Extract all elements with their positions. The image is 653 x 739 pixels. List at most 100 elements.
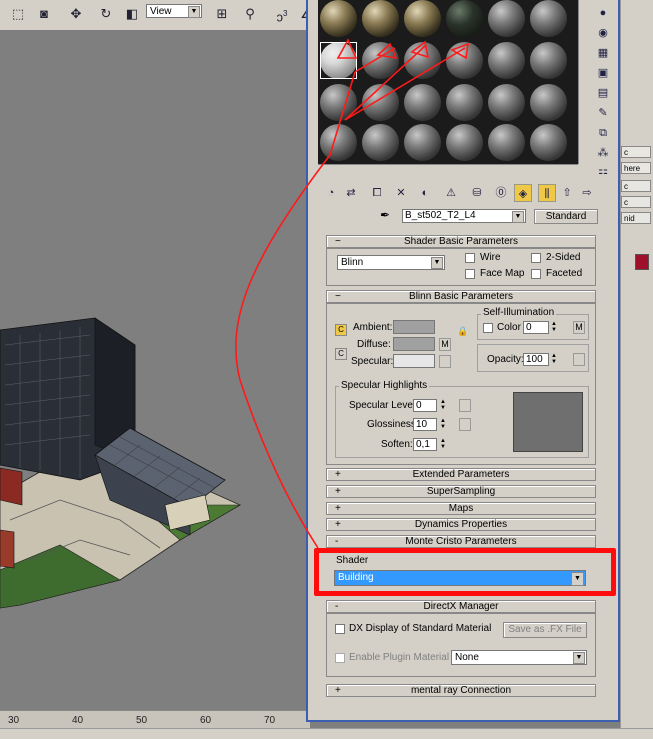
select-region-icon[interactable]: ⬚	[8, 4, 28, 24]
opacity-field[interactable]: 100	[523, 353, 549, 366]
maps-rollout[interactable]: + Maps	[326, 502, 596, 515]
command-button[interactable]: nid	[621, 212, 651, 224]
window-crossing-icon[interactable]: ◙	[34, 4, 54, 24]
chevron-down-icon[interactable]: ▼	[512, 211, 524, 223]
timeline-ruler[interactable]: 30 40 50 60 70	[0, 710, 310, 729]
directx-manager-rollout[interactable]: - DirectX Manager	[326, 600, 596, 613]
self-illum-map-button[interactable]: M	[573, 321, 585, 334]
move-icon[interactable]: ✥	[66, 4, 86, 24]
sample-slot[interactable]	[362, 42, 399, 79]
specular-level-map-button[interactable]	[459, 399, 471, 412]
ambient-color-swatch[interactable]	[393, 320, 435, 334]
monte-cristo-rollout[interactable]: - Monte Cristo Parameters	[326, 535, 596, 548]
material-name-field[interactable]: B_st502_T2_L4 ▼	[402, 209, 526, 223]
command-button[interactable]: c	[621, 180, 651, 192]
make-preview-icon[interactable]: ✎	[594, 104, 612, 122]
sample-slot[interactable]	[404, 0, 441, 37]
glossiness-map-button[interactable]	[459, 418, 471, 431]
soften-field[interactable]: 0,1	[413, 438, 437, 451]
mirror-icon[interactable]: ⚲	[240, 4, 260, 24]
specular-level-field[interactable]: 0	[413, 399, 437, 412]
faceted-checkbox[interactable]	[531, 269, 541, 279]
snap-icon[interactable]: ↄ3	[272, 4, 292, 24]
spinner-arrows-icon[interactable]: ▲ ▼	[439, 418, 447, 431]
material-navigator-icon[interactable]: ⚏	[594, 162, 612, 180]
blinn-basic-rollout[interactable]: − Blinn Basic Parameters	[326, 290, 596, 303]
command-button[interactable]: c	[621, 146, 651, 158]
self-illum-color-checkbox[interactable]	[483, 323, 493, 333]
supersampling-rollout[interactable]: + SuperSampling	[326, 485, 596, 498]
plugin-material-dropdown[interactable]: None ▼	[451, 650, 587, 665]
wire-checkbox[interactable]	[465, 253, 475, 263]
sample-slot[interactable]	[446, 84, 483, 121]
sample-slot[interactable]	[488, 84, 525, 121]
scale-icon[interactable]: ◧	[122, 4, 142, 24]
make-unique-icon[interactable]: ⚠	[442, 184, 460, 202]
opacity-map-button[interactable]	[573, 353, 585, 366]
backlight-icon[interactable]: ◉	[594, 24, 612, 42]
get-material-icon[interactable]: ◔	[322, 184, 340, 202]
sample-slot[interactable]	[530, 42, 567, 79]
show-end-result-icon[interactable]: ⫼	[538, 184, 556, 202]
dynamics-properties-rollout[interactable]: + Dynamics Properties	[326, 518, 596, 531]
select-by-material-icon[interactable]: ⁂	[594, 144, 612, 162]
sample-slot[interactable]	[446, 0, 483, 37]
command-button[interactable]: here	[621, 162, 651, 174]
dx-display-checkbox[interactable]	[335, 624, 345, 634]
specular-map-button[interactable]	[439, 355, 451, 368]
background-icon[interactable]: ▦	[594, 44, 612, 62]
sample-slots[interactable]	[318, 0, 578, 164]
enable-plugin-checkbox[interactable]	[335, 653, 345, 663]
lock-diffuse-specular-icon[interactable]: C	[335, 348, 347, 360]
lock-icon[interactable]: 🔒	[457, 326, 468, 338]
shader-type-dropdown[interactable]: Blinn ▼	[337, 255, 445, 270]
sample-slot[interactable]	[320, 84, 357, 121]
sample-type-icon[interactable]: ●	[594, 4, 612, 22]
specular-color-swatch[interactable]	[393, 354, 435, 368]
go-to-parent-icon[interactable]: ⇧	[558, 184, 576, 202]
sample-slot[interactable]	[320, 124, 357, 161]
sample-slot[interactable]	[320, 0, 357, 37]
object-color-swatch[interactable]	[635, 254, 649, 270]
reset-map-icon[interactable]: ✕	[392, 184, 410, 202]
sample-slot[interactable]	[488, 124, 525, 161]
sample-slot[interactable]	[362, 124, 399, 161]
sample-slot[interactable]	[446, 42, 483, 79]
self-illum-value-field[interactable]: 0	[523, 321, 549, 334]
pivot-icon[interactable]: ⊞	[212, 4, 232, 24]
sample-slot[interactable]	[404, 84, 441, 121]
uv-tiling-icon[interactable]: ▣	[594, 64, 612, 82]
diffuse-map-button[interactable]: M	[439, 338, 451, 351]
slots-vertical-scrollbar[interactable]	[578, 0, 590, 164]
video-color-check-icon[interactable]: ▤	[594, 84, 612, 102]
spinner-arrows-icon[interactable]: ▲ ▼	[439, 438, 447, 451]
rotate-icon[interactable]: ↻	[96, 4, 116, 24]
extended-parameters-rollout[interactable]: + Extended Parameters	[326, 468, 596, 481]
glossiness-field[interactable]: 10	[413, 418, 437, 431]
sample-slot[interactable]	[530, 0, 567, 37]
make-copy-icon[interactable]: ◐	[416, 184, 434, 202]
go-forward-sibling-icon[interactable]: ⇨	[578, 184, 596, 202]
perspective-viewport[interactable]	[0, 30, 306, 710]
spinner-arrows-icon[interactable]: ▲ ▼	[439, 399, 447, 412]
pick-material-icon[interactable]: ✒	[380, 208, 390, 222]
options-icon[interactable]: ⧉	[594, 124, 612, 142]
sample-slot[interactable]	[404, 42, 441, 79]
put-to-library-icon[interactable]: ⛁	[468, 184, 486, 202]
slots-horizontal-scrollbar[interactable]	[318, 164, 578, 175]
sample-slot[interactable]	[488, 0, 525, 37]
mental-ray-rollout[interactable]: + mental ray Connection	[326, 684, 596, 697]
sample-slot[interactable]	[530, 124, 567, 161]
show-map-in-viewport-icon[interactable]: ◈	[514, 184, 532, 202]
sample-slot[interactable]	[530, 84, 567, 121]
save-fx-button[interactable]: Save as .FX File	[503, 622, 587, 638]
face-map-checkbox[interactable]	[465, 269, 475, 279]
spinner-arrows-icon[interactable]: ▲ ▼	[550, 321, 558, 334]
sample-slot[interactable]	[446, 124, 483, 161]
shader-basic-rollout[interactable]: − Shader Basic Parameters	[326, 235, 596, 248]
material-effects-channel-icon[interactable]: ⓪	[492, 184, 510, 202]
two-sided-checkbox[interactable]	[531, 253, 541, 263]
sample-slot[interactable]	[362, 84, 399, 121]
material-type-button[interactable]: Standard	[534, 209, 598, 224]
sample-slot[interactable]	[488, 42, 525, 79]
